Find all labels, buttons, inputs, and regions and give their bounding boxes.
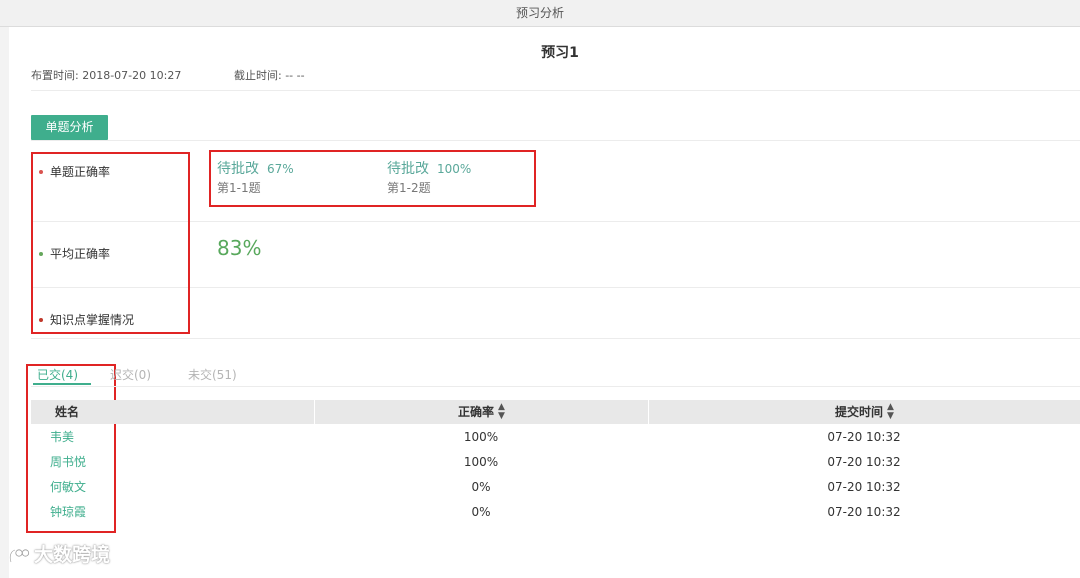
publish-time: 布置时间: 2018-07-20 10:27: [31, 69, 182, 82]
page-title: 预习1: [541, 45, 579, 61]
accuracy-cell: 100%: [463, 455, 499, 469]
submit-time-cell: 07-20 10:32: [827, 430, 901, 444]
sort-icon[interactable]: ▲ ▼: [498, 402, 505, 421]
student-name-link[interactable]: 韦美: [50, 425, 170, 450]
deadline-time: 截止时间: -- --: [234, 69, 305, 82]
student-name-link[interactable]: 何敏文: [50, 475, 170, 500]
table-header: 姓名 正确率 ▲ ▼ 提交时间 ▲ ▼: [31, 400, 1080, 424]
sort-icon[interactable]: ▲ ▼: [887, 402, 894, 421]
table-row: 何敏文 0% 07-20 10:32: [31, 475, 1080, 500]
divider: [31, 90, 1080, 91]
tab-active-underline: [33, 383, 91, 385]
tab-late[interactable]: 迟交(0): [110, 366, 151, 383]
watermark: 大数跨境: [8, 540, 110, 567]
divider: [31, 140, 1080, 141]
accuracy-cell: 0%: [471, 480, 491, 494]
column-header-accuracy[interactable]: 正确率 ▲ ▼: [314, 400, 648, 424]
preview-analysis-page: 预习分析 预习1 布置时间: 2018-07-20 10:27 截止时间: --…: [0, 0, 1080, 578]
tab-not-submitted[interactable]: 未交(51): [188, 366, 237, 383]
window-title: 预习分析: [0, 0, 1080, 27]
submit-time-cell: 07-20 10:32: [827, 455, 901, 469]
submit-time-cell: 07-20 10:32: [827, 505, 901, 519]
table-row: 周书悦 100% 07-20 10:32: [31, 450, 1080, 475]
tabs-divider: [31, 386, 1080, 387]
watermark-logo-icon: [9, 548, 30, 562]
column-header-submit-time[interactable]: 提交时间 ▲ ▼: [648, 400, 1080, 424]
column-header-name: 姓名: [55, 405, 80, 419]
student-name-link[interactable]: 周书悦: [50, 450, 170, 475]
highlight-box-questions: [209, 150, 536, 207]
left-gutter: [0, 27, 9, 578]
accuracy-cell: 100%: [463, 430, 499, 444]
student-name-link[interactable]: 钟琼霞: [50, 500, 170, 525]
submit-time-cell: 07-20 10:32: [827, 480, 901, 494]
divider: [31, 338, 1080, 339]
average-accuracy-value: 83%: [217, 236, 262, 260]
table-row: 钟琼霞 0% 07-20 10:32: [31, 500, 1080, 525]
highlight-box-labels: [31, 152, 190, 334]
accuracy-cell: 0%: [471, 505, 491, 519]
single-question-analysis-button[interactable]: 单题分析: [31, 115, 108, 140]
table-row: 韦美 100% 07-20 10:32: [31, 425, 1080, 450]
tab-submitted[interactable]: 已交(4): [37, 366, 78, 383]
